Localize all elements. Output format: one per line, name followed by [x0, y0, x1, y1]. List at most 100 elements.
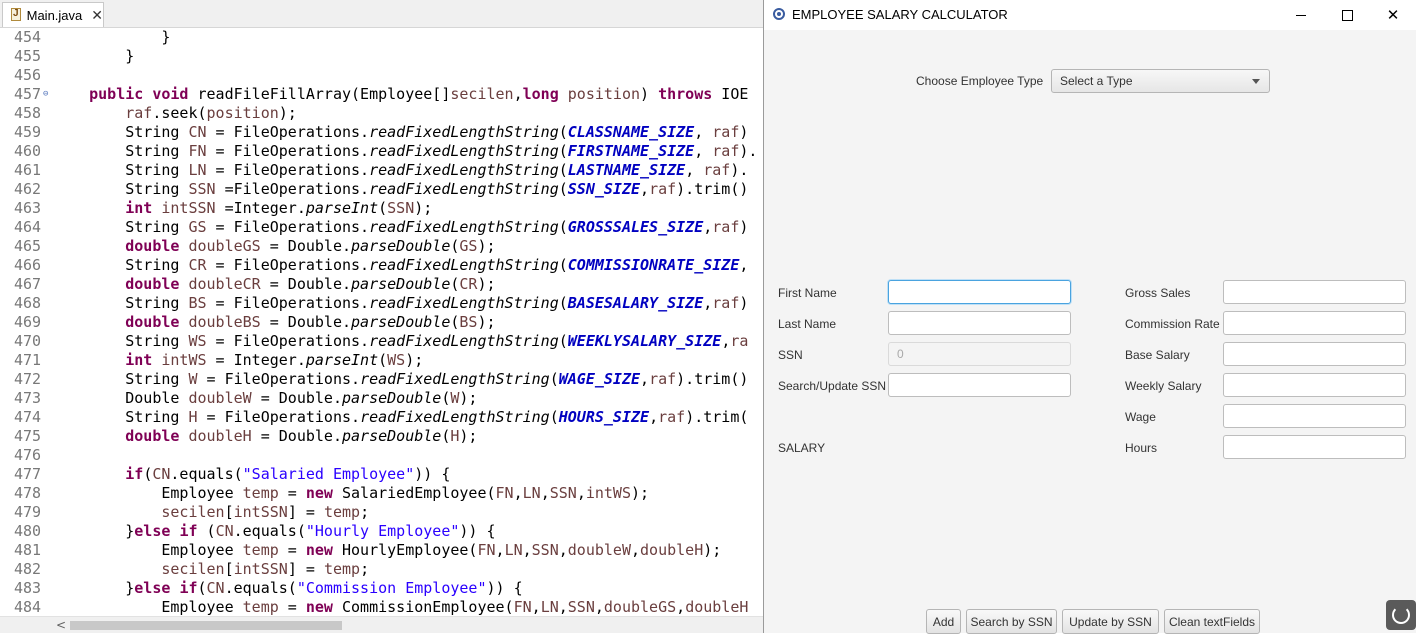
line-number: 470 [14, 332, 42, 350]
code-text: Double doubleW = Double.parseDouble(W); [53, 389, 477, 408]
employee-type-select[interactable]: Select a Type [1051, 69, 1270, 93]
code-line[interactable]: 460 String FN = FileOperations.readFixed… [0, 142, 764, 161]
code-token: = [278, 598, 306, 616]
code-line[interactable]: 478 Employee temp = new SalariedEmployee… [0, 484, 764, 503]
scrollbar-thumb[interactable] [70, 621, 342, 630]
code-token: ) [739, 123, 749, 141]
wage-field[interactable] [1223, 404, 1406, 428]
code-text: String SSN =FileOperations.readFixedLeng… [53, 180, 748, 199]
code-token: , [694, 142, 713, 160]
code-token: , [522, 541, 532, 559]
search-ssn-field[interactable] [888, 373, 1071, 397]
code-token: doubleCR [188, 275, 261, 293]
code-token: raf [658, 408, 686, 426]
code-line[interactable]: 463 int intSSN =Integer.parseInt(SSN); [0, 199, 764, 218]
code-line[interactable]: 456 [0, 66, 764, 85]
code-line[interactable]: 472 String W = FileOperations.readFixedL… [0, 370, 764, 389]
code-token: doubleGS [603, 598, 677, 616]
code-area[interactable]: 454 } 455 } 456 457 ⊖ public void readFileFi… [0, 28, 764, 616]
code-line[interactable]: 464 String GS = FileOperations.readFixed… [0, 218, 764, 237]
code-text: secilen[intSSN] = temp; [53, 503, 369, 522]
code-token: .seek( [152, 104, 207, 122]
clean-textfields-button[interactable]: Clean textFields [1164, 609, 1260, 634]
code-line[interactable]: 481 Employee temp = new HourlyEmployee(F… [0, 541, 764, 560]
tab-main-java[interactable]: J Main.java ✕ [2, 2, 104, 27]
code-text: String CN = FileOperations.readFixedLeng… [53, 123, 748, 142]
code-line[interactable]: 469 double doubleBS = Double.parseDouble… [0, 313, 764, 332]
code-text: double doubleH = Double.parseDouble(H); [53, 427, 477, 446]
code-line[interactable]: 468 String BS = FileOperations.readFixed… [0, 294, 764, 313]
code-line[interactable]: 475 double doubleH = Double.parseDouble(… [0, 427, 764, 446]
line-number: 473 [14, 389, 42, 407]
commission-rate-field[interactable] [1223, 311, 1406, 335]
code-line[interactable]: 471 int intWS = Integer.parseInt(WS); [0, 351, 764, 370]
line-number: 476 [14, 446, 42, 464]
scroll-left-icon[interactable]: < [56, 618, 66, 632]
code-line[interactable]: 483 }else if(CN.equals("Commission Emplo… [0, 579, 764, 598]
code-token: ( [558, 142, 568, 160]
fold-toggle-icon[interactable]: ⊖ [43, 85, 48, 104]
code-line[interactable]: 457 ⊖ public void readFileFillArray(Emplo… [0, 85, 764, 104]
code-line[interactable]: 480 }else if (CN.equals("Hourly Employee… [0, 522, 764, 541]
code-line[interactable]: 467 double doubleCR = Double.parseDouble… [0, 275, 764, 294]
code-line[interactable]: 484 Employee temp = new CommissionEmploy… [0, 598, 764, 616]
code-line[interactable]: 466 String CR = FileOperations.readFixed… [0, 256, 764, 275]
refresh-icon[interactable] [1386, 600, 1416, 630]
code-token: SSN [531, 541, 559, 559]
horizontal-scrollbar[interactable]: < [0, 616, 764, 633]
tab-label: Main.java [26, 7, 83, 23]
add-button[interactable]: Add [926, 609, 961, 634]
line-number: 480 [14, 522, 42, 540]
code-token: readFixedLengthString [369, 218, 559, 236]
tab-close-icon[interactable]: ✕ [91, 8, 103, 22]
code-token: ); [459, 427, 478, 445]
code-line[interactable]: 459 String CN = FileOperations.readFixed… [0, 123, 764, 142]
code-token: )) { [459, 522, 496, 540]
code-line[interactable]: 470 String WS = FileOperations.readFixed… [0, 332, 764, 351]
last-name-field[interactable] [888, 311, 1071, 335]
code-line[interactable]: 455 } [0, 47, 764, 66]
search-by-ssn-button[interactable]: Search by SSN [966, 609, 1057, 634]
code-token: position [206, 104, 279, 122]
code-token: temp [242, 541, 279, 559]
update-by-ssn-button[interactable]: Update by SSN [1062, 609, 1159, 634]
maximize-button[interactable] [1324, 0, 1370, 30]
code-line[interactable]: 465 double doubleGS = Double.parseDouble… [0, 237, 764, 256]
code-token: doubleW [567, 541, 631, 559]
first-name-field[interactable] [888, 280, 1071, 304]
window-titlebar[interactable]: EMPLOYEE SALARY CALCULATOR ✕ [764, 0, 1416, 30]
code-token: , [685, 161, 704, 179]
code-token: SSN [387, 199, 415, 217]
code-editor[interactable]: J Main.java ✕ 454 } 455 } 456 457 ⊖ public v… [0, 0, 764, 633]
code-line[interactable]: 476 [0, 446, 764, 465]
code-token: int [125, 199, 153, 217]
close-button[interactable]: ✕ [1370, 0, 1416, 30]
base-salary-field[interactable] [1223, 342, 1406, 366]
code-token: ) [739, 218, 749, 236]
code-line[interactable]: 458 raf.seek(position); [0, 104, 764, 123]
weekly-salary-field[interactable] [1223, 373, 1406, 397]
gross-sales-field[interactable] [1223, 280, 1406, 304]
code-token: = Double. [251, 427, 342, 445]
code-token: BASESALARY_SIZE [567, 294, 704, 312]
code-line[interactable]: 473 Double doubleW = Double.parseDouble(… [0, 389, 764, 408]
chevron-down-icon [1252, 79, 1260, 84]
code-line[interactable]: 482 secilen[intSSN] = temp; [0, 560, 764, 579]
minimize-button[interactable] [1278, 0, 1324, 30]
code-token: = [278, 484, 306, 502]
code-token: double [125, 313, 180, 331]
employee-type-label: Choose Employee Type [916, 74, 1044, 88]
code-line[interactable]: 462 String SSN =FileOperations.readFixed… [0, 180, 764, 199]
code-line[interactable]: 461 String LN = FileOperations.readFixed… [0, 161, 764, 180]
code-line[interactable]: 454 } [0, 28, 764, 47]
hours-field[interactable] [1223, 435, 1406, 459]
code-token: CLASSNAME_SIZE [567, 123, 695, 141]
line-number: 460 [14, 142, 42, 160]
code-line[interactable]: 477 if(CN.equals("Salaried Employee")) { [0, 465, 764, 484]
code-line[interactable]: 479 secilen[intSSN] = temp; [0, 503, 764, 522]
code-token: ( [558, 332, 568, 350]
code-token: readFixedLengthString [369, 180, 559, 198]
code-token: ( [378, 199, 388, 217]
code-line[interactable]: 474 String H = FileOperations.readFixedL… [0, 408, 764, 427]
code-token: , [558, 541, 568, 559]
